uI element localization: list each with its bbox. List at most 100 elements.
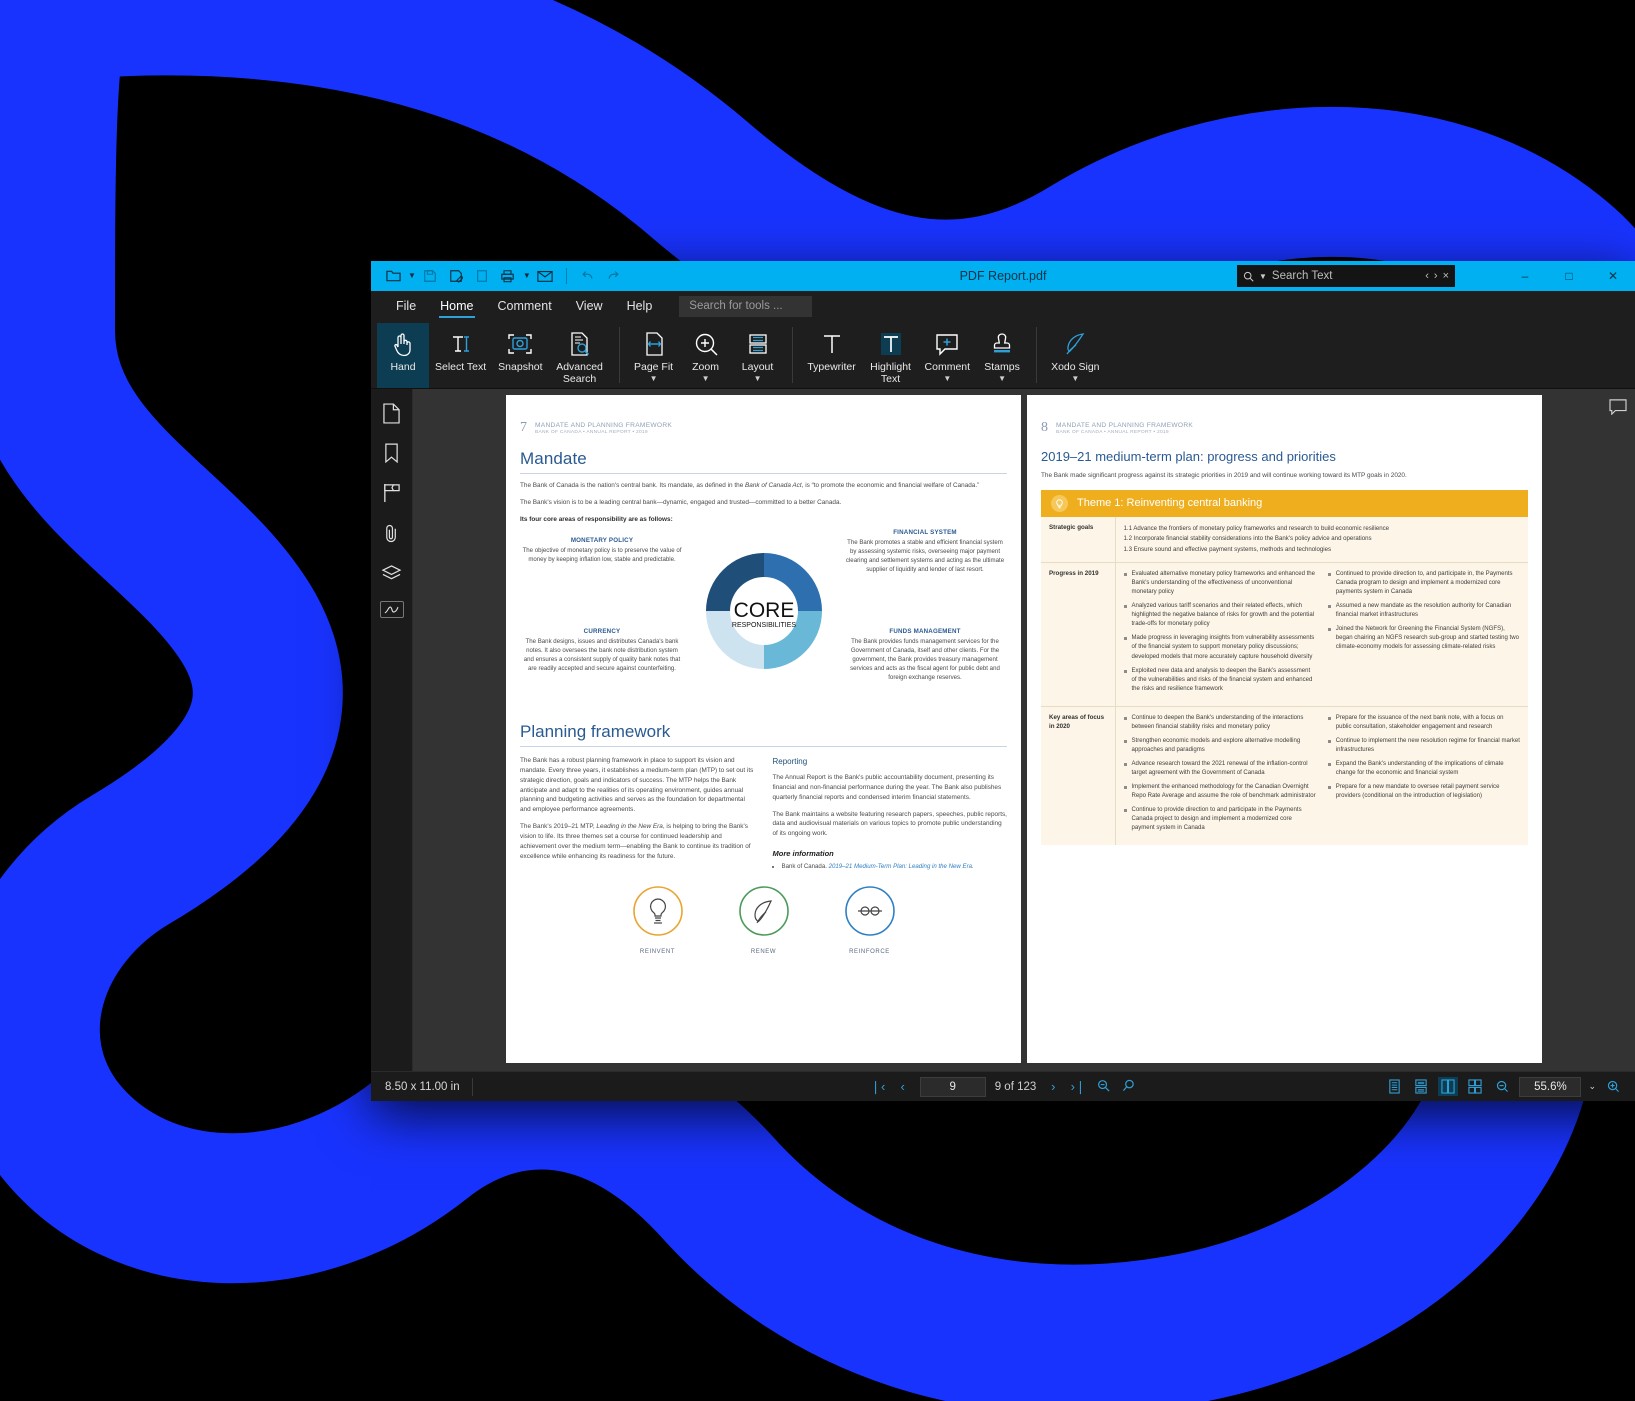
zoom-decrease-button[interactable] [1492, 1077, 1512, 1096]
tool-page-fit[interactable]: Page Fit ▼ [628, 323, 680, 389]
open-folder-icon[interactable] [381, 265, 405, 287]
section-rule [520, 745, 1007, 747]
planning-paragraph-2: The Bank's 2019–21 MTP, Leading in the N… [520, 823, 751, 861]
running-head-sub: BANK OF CANADA • ANNUAL REPORT • 2019 [1056, 430, 1169, 435]
reporting-paragraph-1: The Annual Report is the Bank's public a… [772, 773, 1002, 801]
search-clear-button[interactable]: × [1443, 270, 1449, 282]
donut-center-sublabel: RESPONSIBILITIES [731, 622, 796, 629]
menu-help[interactable]: Help [616, 294, 664, 319]
tool-zoom[interactable]: Zoom ▼ [680, 323, 732, 389]
running-head-sub: BANK OF CANADA • ANNUAL REPORT • 2019 [535, 430, 648, 435]
tool-advanced-search[interactable]: Advanced Search [549, 323, 611, 389]
facing-continuous-icon[interactable] [1465, 1077, 1485, 1096]
theme-reinvent: REINVENT [632, 885, 684, 955]
prev-page-button[interactable]: ‹ [895, 1079, 911, 1094]
zoom-chevron-down-icon[interactable]: ⌄ [1588, 1081, 1596, 1092]
zoom-increase-button[interactable] [1603, 1077, 1623, 1096]
quadrant-text: The objective of monetary policy is to p… [522, 546, 682, 563]
stamps-chevron-down-icon[interactable]: ▼ [998, 374, 1006, 383]
search-prev-button[interactable]: ‹ [1425, 270, 1429, 282]
tool-hand[interactable]: Hand [377, 323, 429, 389]
tool-search-input[interactable]: Search for tools ... [679, 295, 813, 317]
tool-typewriter[interactable]: Typewriter [801, 323, 863, 389]
undo-icon[interactable] [576, 265, 600, 287]
redo-icon[interactable] [602, 265, 626, 287]
core-donut-chart: CORE RESPONSIBILITIES [705, 552, 822, 669]
zoom-pan-icon[interactable] [1120, 1079, 1136, 1095]
search-next-button[interactable]: › [1434, 270, 1438, 282]
minimize-button[interactable]: – [1503, 261, 1547, 291]
menu-view[interactable]: View [565, 294, 614, 319]
signature-icon[interactable] [379, 601, 404, 618]
print-icon[interactable] [496, 265, 520, 287]
tool-comment[interactable]: Comment ▼ [919, 323, 977, 389]
tool-page-fit-label: Page Fit [633, 361, 674, 373]
tool-typewriter-label: Typewriter [807, 361, 856, 373]
mtp-link[interactable]: 2019–21 Medium-Term Plan: Leading in the… [829, 863, 974, 870]
print-dropdown-caret[interactable]: ▼ [523, 272, 531, 280]
flag-icon[interactable] [379, 481, 405, 505]
next-page-button[interactable]: › [1045, 1079, 1061, 1094]
list-item: Strengthen economic models and explore a… [1123, 737, 1316, 755]
first-page-button[interactable]: ❘‹ [870, 1079, 886, 1095]
comment-chevron-down-icon[interactable]: ▼ [943, 374, 951, 383]
facing-pages-icon[interactable] [1438, 1077, 1459, 1096]
snapshot-icon [507, 329, 533, 359]
tool-stamps[interactable]: Stamps ▼ [976, 323, 1028, 389]
zoom-out-icon[interactable] [1095, 1079, 1111, 1095]
page-number-left: 7 [520, 420, 527, 435]
open-dropdown-caret[interactable]: ▼ [408, 272, 416, 280]
continuous-icon[interactable] [1411, 1077, 1431, 1096]
tool-highlight-text[interactable]: Highlight Text [863, 323, 919, 389]
last-page-button[interactable]: ›❘ [1070, 1079, 1086, 1095]
quadrant-financial-system: FINANCIAL SYSTEM The Bank promotes a sta… [845, 529, 1005, 575]
focus-list-col2: Prepare for the issuance of the next ban… [1327, 714, 1520, 802]
tool-xodo-sign[interactable]: Xodo Sign ▼ [1045, 323, 1105, 389]
page-icon[interactable] [379, 401, 405, 425]
comment-panel-toggle[interactable] [1607, 397, 1629, 417]
list-item: Prepare for a new mandate to oversee ret… [1327, 783, 1520, 801]
comment-add-icon [934, 329, 960, 359]
quadrant-text: The Bank provides funds management servi… [850, 637, 1000, 682]
print-preview-icon[interactable] [470, 265, 494, 287]
mandate-paragraph-1: The Bank of Canada is the nation's centr… [520, 482, 980, 489]
view-controls: 55.6% ⌄ [1384, 1076, 1635, 1097]
highlight-text-icon [878, 329, 904, 359]
page-fit-chevron-down-icon[interactable]: ▼ [650, 374, 658, 383]
tool-layout[interactable]: Layout ▼ [732, 323, 784, 389]
save-icon[interactable] [418, 265, 442, 287]
tool-snapshot[interactable]: Snapshot [492, 323, 548, 389]
zoom-chevron-down-icon[interactable]: ▼ [702, 374, 710, 383]
tool-select-text[interactable]: Select Text [429, 323, 492, 389]
progress-list-col1: Evaluated alternative monetary policy fr… [1123, 570, 1316, 694]
hand-icon [391, 329, 415, 359]
page-fit-icon [642, 329, 666, 359]
paperclip-icon[interactable] [379, 521, 405, 545]
xodo-sign-chevron-down-icon[interactable]: ▼ [1071, 374, 1079, 383]
typewriter-icon [820, 329, 844, 359]
tool-comment-label: Comment [924, 361, 971, 373]
more-information-list: Bank of Canada. 2019–21 Medium-Term Plan… [773, 862, 1008, 871]
search-options-caret[interactable]: ▼ [1259, 272, 1267, 281]
single-page-icon[interactable] [1384, 1077, 1404, 1096]
layers-icon[interactable] [379, 561, 405, 585]
pdf-viewer[interactable]: 7 MANDATE AND PLANNING FRAMEWORK BANK OF… [413, 389, 1635, 1071]
email-icon[interactable] [533, 265, 557, 287]
list-item: Continue to implement the new resolution… [1327, 737, 1520, 755]
search-text-input[interactable]: ▼ Search Text ‹ › × [1237, 265, 1455, 287]
more-information-heading: More information [772, 849, 834, 859]
save-as-icon[interactable] [444, 265, 468, 287]
zoom-level-input[interactable]: 55.6% [1519, 1076, 1582, 1097]
bookmark-icon[interactable] [379, 441, 405, 465]
layout-chevron-down-icon[interactable]: ▼ [754, 374, 762, 383]
pdf-page-8: 8 MANDATE AND PLANNING FRAMEWORK BANK OF… [1027, 395, 1542, 1063]
mandate-paragraph-2: The Bank's vision is to be a leading cen… [520, 498, 842, 506]
maximize-button[interactable]: □ [1547, 261, 1591, 291]
menu-file[interactable]: File [385, 294, 427, 319]
pdf-reader-window: ▼ ▼ PDF Report.pdf ▼ Search Text ‹ › × –… [371, 261, 1635, 1101]
menu-comment[interactable]: Comment [487, 294, 563, 319]
menu-home[interactable]: Home [429, 294, 484, 319]
theme-renew: RENEW [738, 885, 790, 955]
page-number-input[interactable]: 9 [919, 1076, 986, 1097]
close-button[interactable]: ✕ [1591, 261, 1635, 291]
